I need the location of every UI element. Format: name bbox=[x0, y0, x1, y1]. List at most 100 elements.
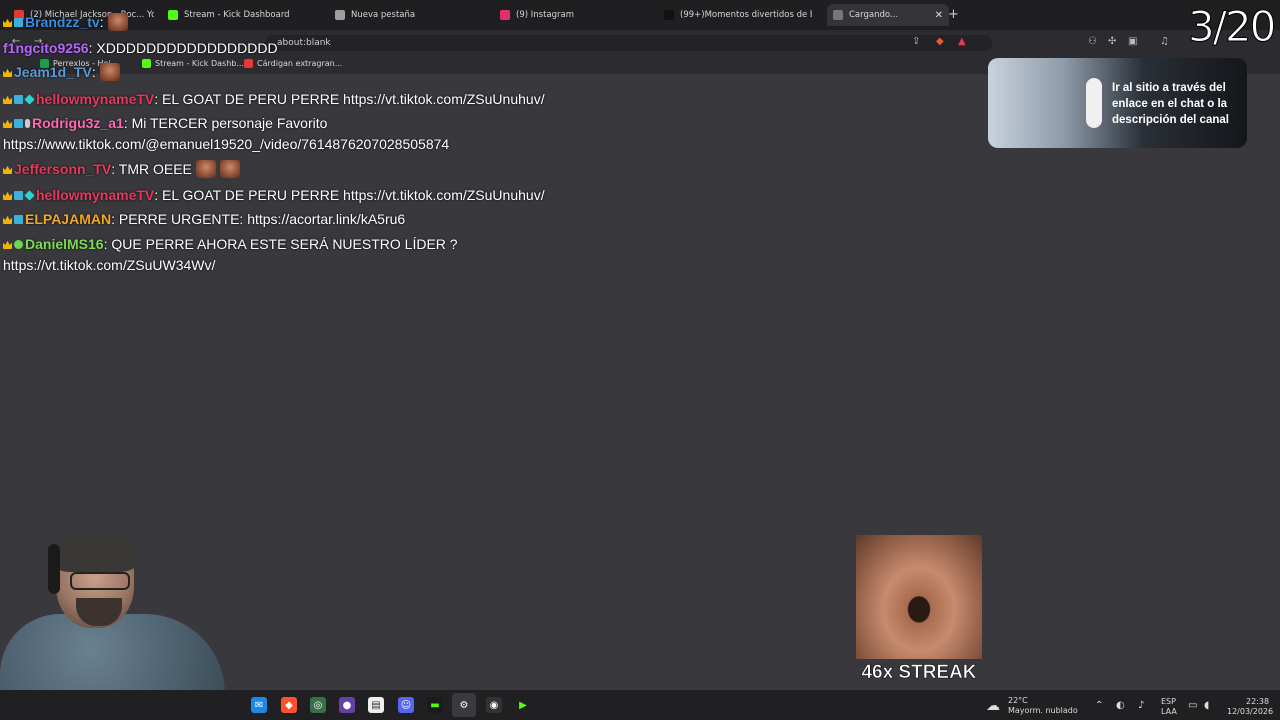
chat-message-text: : bbox=[91, 64, 96, 80]
tab-favicon-icon bbox=[833, 10, 843, 20]
monitor-icon[interactable]: ▭ bbox=[1188, 700, 1197, 711]
chat-message-text: : PERRE URGENTE: https://acortar.link/kA… bbox=[111, 211, 406, 227]
chat-message: hellowmynameTV: EL GOAT DE PERU PERRE ht… bbox=[3, 89, 545, 109]
chat-username[interactable]: Rodrigu3z_a1 bbox=[32, 115, 124, 131]
discord-icon[interactable]: ☺ bbox=[398, 697, 414, 713]
chat-message: https://www.tiktok.com/@emanuel19520_/vi… bbox=[3, 134, 449, 154]
chat-message: DanielMS16: QUE PERRE AHORA ESTE SERÁ NU… bbox=[3, 234, 458, 254]
tab-label: (99+)Momentos divertidos de bu bbox=[680, 10, 812, 20]
crown-badge-icon bbox=[3, 215, 12, 224]
chat-message-text: : bbox=[99, 14, 104, 30]
mic-icon[interactable]: ♪ bbox=[1138, 700, 1144, 711]
sub-badge-icon bbox=[14, 215, 23, 224]
crown-badge-icon bbox=[3, 165, 12, 174]
sub-badge-icon bbox=[14, 18, 23, 27]
media-icon[interactable]: ♫ bbox=[1160, 36, 1169, 47]
crown-badge-icon bbox=[3, 68, 12, 77]
chat-message: Jeffersonn_TV: TMR OEEE bbox=[3, 159, 240, 179]
chrome-icon[interactable]: ◉ bbox=[486, 697, 502, 713]
chat-message-text: : Mi TERCER personaje Favorito bbox=[123, 115, 328, 131]
emote-icon bbox=[219, 160, 240, 178]
crown-badge-icon bbox=[3, 18, 12, 27]
mod-badge-icon bbox=[14, 240, 23, 249]
chat-username[interactable]: hellowmynameTV bbox=[36, 187, 154, 203]
channel-notice: Ir al sitio a través del enlace en el ch… bbox=[988, 58, 1247, 148]
chat-username[interactable]: ELPAJAMAN bbox=[25, 211, 111, 227]
weather-temp[interactable]: 22°C bbox=[1008, 696, 1028, 706]
tab-label: Nueva pestaña bbox=[351, 10, 416, 20]
bookmark-item[interactable]: Stream - Kick Dashb... bbox=[142, 59, 244, 68]
file-icon[interactable]: ▤ bbox=[368, 697, 384, 713]
puzzle-icon[interactable]: ✣ bbox=[1108, 36, 1116, 47]
chat-message-text: : XDDDDDDDDDDDDDDDDD bbox=[88, 40, 278, 56]
chat-message: Rodrigu3z_a1: Mi TERCER personaje Favori… bbox=[3, 113, 327, 133]
tab-favicon-icon bbox=[335, 10, 345, 20]
share-icon[interactable]: ⇪ bbox=[912, 36, 920, 47]
tab-4[interactable]: (99+)Momentos divertidos de bu bbox=[664, 5, 812, 25]
chat-username[interactable]: Jeam1d_TV bbox=[14, 64, 92, 80]
sub-badge-icon bbox=[14, 95, 23, 104]
weather-desc[interactable]: Mayorm. nublado bbox=[1008, 706, 1078, 716]
tab-favicon-icon bbox=[664, 10, 674, 20]
notice-text: Ir al sitio a través del enlace en el ch… bbox=[1112, 82, 1229, 126]
chat-username[interactable]: DanielMS16 bbox=[25, 236, 104, 252]
tab-favicon-icon bbox=[168, 10, 178, 20]
chevron-up-icon[interactable]: ⌃ bbox=[1095, 700, 1103, 711]
tab-favicon-icon bbox=[500, 10, 510, 20]
xbox-icon[interactable]: ◎ bbox=[310, 697, 326, 713]
rewards-icon[interactable]: ▲ bbox=[958, 36, 966, 47]
emote-icon bbox=[107, 13, 128, 31]
tab-label: (9) Instagram bbox=[516, 10, 574, 20]
close-tab-icon[interactable]: ✕ bbox=[935, 10, 943, 21]
streak-label: 46x STREAK bbox=[861, 662, 977, 684]
tab-label: Cargando... bbox=[849, 10, 899, 20]
chat-username[interactable]: f1ngcito9256 bbox=[3, 40, 89, 56]
streamer-hair bbox=[54, 532, 136, 572]
emote-icon bbox=[99, 63, 120, 81]
chat-message: f1ngcito9256: XDDDDDDDDDDDDDDDDD bbox=[3, 38, 278, 58]
taskbar bbox=[0, 690, 1280, 720]
outlook-icon[interactable]: ✉ bbox=[251, 697, 267, 713]
lang-top[interactable]: ESP bbox=[1161, 697, 1176, 707]
steam-icon[interactable]: ⚙ bbox=[452, 693, 476, 717]
chat-message-text: : TMR OEEE bbox=[111, 161, 192, 177]
brave-shield-icon[interactable]: ◆ bbox=[936, 36, 944, 47]
obs-icon[interactable]: ● bbox=[339, 697, 355, 713]
headset-icon bbox=[48, 544, 60, 594]
extension-icon[interactable]: ⚇ bbox=[1088, 36, 1097, 47]
volume-icon[interactable]: ◖ bbox=[1204, 700, 1209, 711]
bookmark-favicon-icon bbox=[244, 59, 253, 68]
chat-message-text: https://vt.tiktok.com/ZSuUW34Wv/ bbox=[3, 257, 216, 273]
bookmark-item[interactable]: Cárdigan extragran... bbox=[244, 59, 342, 68]
new-tab-button[interactable]: + bbox=[948, 7, 959, 22]
network-app-icon[interactable]: ◐ bbox=[1116, 700, 1125, 711]
chat-username[interactable]: Jeffersonn_TV bbox=[14, 161, 111, 177]
bookmark-label: Stream - Kick Dashb... bbox=[155, 59, 244, 68]
tab-5[interactable]: Cargando... ✕ bbox=[827, 4, 949, 26]
terminal-icon[interactable]: ▬ bbox=[427, 697, 443, 713]
tab-3[interactable]: (9) Instagram bbox=[500, 5, 650, 25]
chat-message-text: : EL GOAT DE PERU PERRE https://vt.tikto… bbox=[154, 91, 545, 107]
clock-time[interactable]: 22:38 bbox=[1246, 697, 1269, 707]
sub-badge-icon bbox=[14, 119, 23, 128]
clock-date[interactable]: 12/03/2026 bbox=[1227, 707, 1273, 717]
chat-message-text: : QUE PERRE AHORA ESTE SERÁ NUESTRO LÍDE… bbox=[103, 236, 458, 252]
brave-icon[interactable]: ◆ bbox=[281, 697, 297, 713]
lock-pill-icon bbox=[1086, 78, 1102, 128]
lang-bottom[interactable]: LAA bbox=[1161, 707, 1177, 717]
cloud-weather-icon[interactable]: ☁ bbox=[986, 698, 1000, 714]
mic-badge-icon bbox=[25, 119, 30, 128]
kick-icon[interactable]: ▶ bbox=[515, 697, 531, 713]
emote-icon bbox=[195, 160, 216, 178]
tab-2[interactable]: Nueva pestaña bbox=[335, 5, 485, 25]
chat-username[interactable]: Brandzz_tv bbox=[25, 14, 100, 30]
bookmark-favicon-icon bbox=[142, 59, 151, 68]
counter-text: 3/20 bbox=[1187, 2, 1276, 52]
tab-label: Stream - Kick Dashboard bbox=[184, 10, 290, 20]
chat-message-text: https://www.tiktok.com/@emanuel19520_/vi… bbox=[3, 136, 450, 152]
chat-username[interactable]: hellowmynameTV bbox=[36, 91, 154, 107]
chat-message: https://vt.tiktok.com/ZSuUW34Wv/ bbox=[3, 255, 215, 275]
address-input[interactable]: about:blank bbox=[265, 35, 992, 51]
tab-1[interactable]: Stream - Kick Dashboard bbox=[168, 5, 318, 25]
wallet-icon[interactable]: ▣ bbox=[1128, 36, 1137, 47]
